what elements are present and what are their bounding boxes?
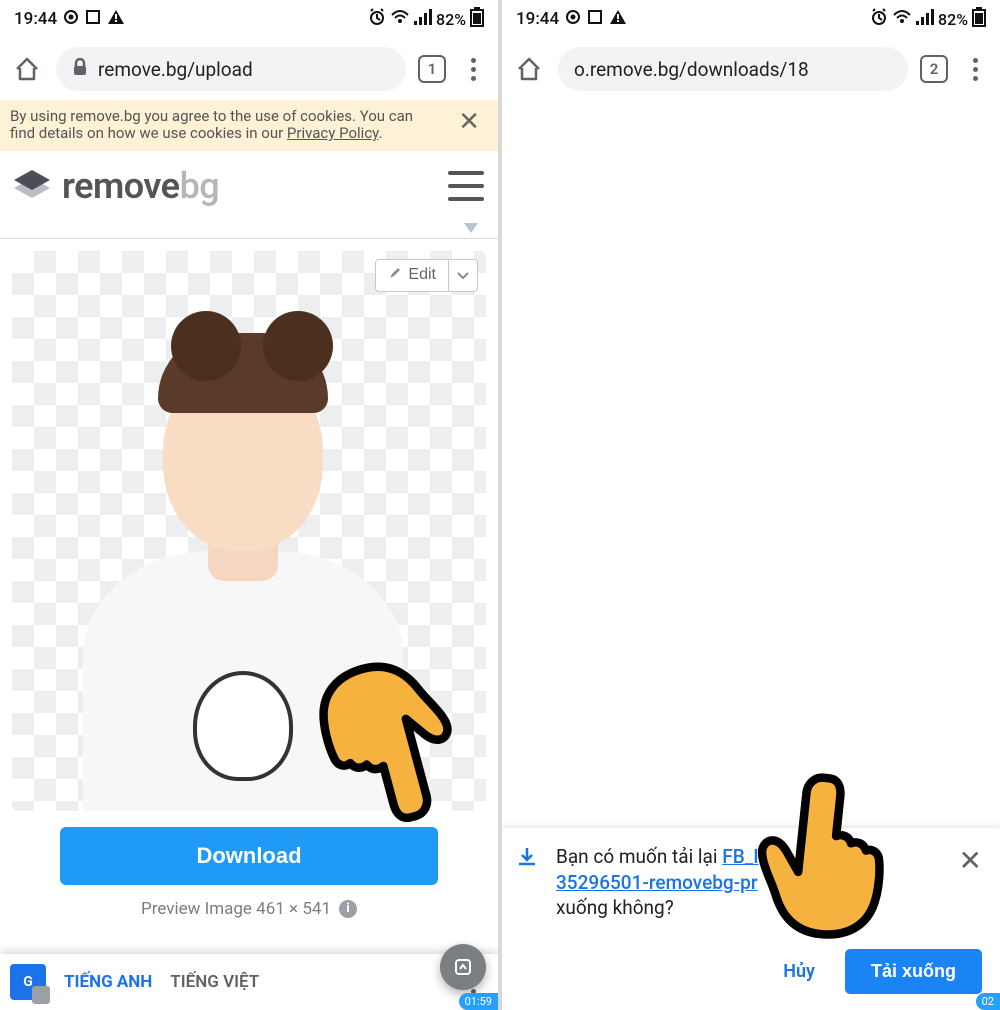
download-prompt: Bạn có muốn tải lại FB_I 35296501-remove… [502, 828, 1000, 1010]
signal-icon [916, 9, 934, 30]
download-filename-link[interactable]: FB_I [722, 845, 758, 868]
browser-toolbar: remove.bg/upload 1 [0, 38, 498, 100]
rec-icon [565, 9, 581, 30]
tab-count[interactable]: 1 [418, 55, 446, 83]
crop-icon [587, 9, 603, 30]
edit-button[interactable]: Edit [375, 259, 449, 292]
browser-menu-button[interactable] [458, 58, 488, 81]
edit-dropdown-button[interactable] [449, 259, 478, 292]
privacy-policy-link[interactable]: Privacy Policy [287, 124, 379, 142]
blank-page [502, 100, 1000, 828]
recording-time-pill: 02 [976, 993, 1000, 1010]
site-logo[interactable]: removebg [10, 164, 219, 208]
status-bar: 19:44 82% [0, 0, 498, 38]
wifi-icon [892, 9, 912, 30]
cookie-banner: By using remove.bg you agree to the use … [0, 100, 498, 151]
warning-icon [609, 9, 627, 30]
download-icon [516, 844, 542, 872]
translate-bar: G TIẾNG ANH TIẾNG VIỆT [0, 954, 498, 1010]
battery-icon [470, 7, 484, 32]
download-button[interactable]: Download [60, 827, 438, 885]
download-prompt-text: Bạn có muốn tải lại FB_I 35296501-remove… [556, 844, 941, 921]
status-time: 19:44 [516, 9, 559, 29]
result-preview: Edit [12, 251, 486, 811]
status-bar: 19:44 82% [502, 0, 1000, 38]
warning-icon [107, 9, 125, 30]
recording-time-pill: 01:59 [459, 993, 498, 1010]
wifi-icon [390, 9, 410, 30]
site-header: removebg [0, 151, 498, 221]
browser-toolbar: o.remove.bg/downloads/18 2 [502, 38, 1000, 100]
logo-icon [10, 164, 54, 208]
alarm-icon [870, 8, 888, 31]
download-confirm-button[interactable]: Tải xuống [845, 949, 982, 994]
download-filename-link[interactable]: 35296501-removebg-pr [556, 871, 758, 894]
home-button[interactable] [10, 52, 44, 86]
url-bar[interactable]: o.remove.bg/downloads/18 [558, 47, 908, 91]
battery-percent: 82% [938, 10, 968, 29]
info-icon[interactable]: i [339, 900, 357, 918]
cutout-image [93, 331, 393, 811]
alarm-icon [368, 8, 386, 31]
url-text: remove.bg/upload [98, 58, 253, 81]
screenshot-right: 19:44 82% o.remove.bg/downloads/18 2 [502, 0, 1000, 1010]
home-button[interactable] [512, 52, 546, 86]
close-prompt-button[interactable]: ✕ [955, 844, 986, 877]
url-text: o.remove.bg/downloads/18 [574, 58, 809, 81]
battery-icon [972, 7, 986, 32]
tab-count[interactable]: 2 [920, 55, 948, 83]
brush-icon [388, 266, 402, 285]
battery-percent: 82% [436, 10, 466, 29]
screenshot-left: 19:44 82% [0, 0, 498, 1010]
signal-icon [414, 9, 432, 30]
crop-icon [85, 9, 101, 30]
menu-button[interactable] [448, 171, 484, 201]
cookie-close-button[interactable]: ✕ [450, 108, 488, 138]
google-translate-icon[interactable]: G [10, 964, 46, 1000]
scroll-to-top-button[interactable] [440, 944, 486, 990]
browser-menu-button[interactable] [960, 58, 990, 81]
lang-tab-english[interactable]: TIẾNG ANH [64, 972, 152, 992]
tabs-dropdown-indicator[interactable] [0, 221, 498, 239]
lang-tab-vietnamese[interactable]: TIẾNG VIỆT [170, 972, 259, 992]
status-time: 19:44 [14, 9, 57, 29]
url-bar[interactable]: remove.bg/upload [56, 47, 406, 91]
lock-icon [72, 58, 88, 81]
rec-icon [63, 9, 79, 30]
preview-info: Preview Image 461 × 541 i [0, 899, 498, 919]
cancel-button[interactable]: Hủy [771, 951, 827, 992]
